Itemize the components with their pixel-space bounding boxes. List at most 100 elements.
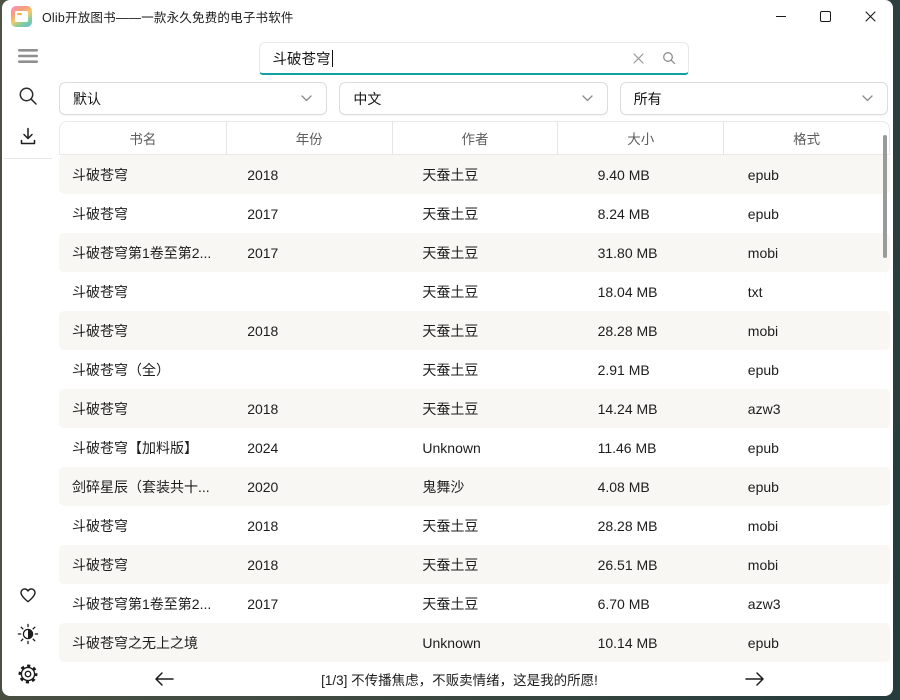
search-icon (662, 51, 676, 65)
cell-size: 31.80 MB (558, 245, 724, 261)
table-row[interactable]: 斗破苍穹 2018 天蚕土豆 14.24 MB azw3 (59, 389, 890, 428)
favorites-button[interactable] (10, 576, 46, 612)
table-row[interactable]: 剑碎星辰（套装共十... 2020 鬼舞沙 4.08 MB epub (59, 467, 890, 506)
cell-author: 天蚕土豆 (391, 399, 557, 419)
next-page-button[interactable] (735, 665, 775, 693)
clear-search-button[interactable] (624, 44, 654, 72)
cell-year: 2018 (225, 323, 391, 339)
titlebar: Olib开放图书——一款永久免费的电子书软件 (2, 0, 893, 32)
chevron-down-icon (862, 95, 873, 102)
filter-bar: 默认 中文 所有 (54, 82, 893, 115)
cell-format: mobi (724, 557, 890, 573)
pagination-bar: [1/3] 不传播焦虑，不贩卖情绪，这是我的所愿! (54, 662, 893, 696)
cell-size: 10.14 MB (558, 635, 724, 651)
theme-toggle-button[interactable] (10, 616, 46, 652)
table-row[interactable]: 斗破苍穹 2018 天蚕土豆 28.28 MB mobi (59, 311, 890, 350)
table-row[interactable]: 斗破苍穹 2017 天蚕土豆 8.24 MB epub (59, 194, 890, 233)
sidebar (2, 32, 54, 696)
sidebar-search-button[interactable] (10, 78, 46, 114)
table-row[interactable]: 斗破苍穹第1卷至第2... 2017 天蚕土豆 31.80 MB mobi (59, 233, 890, 272)
table-row[interactable]: 斗破苍穹 2018 天蚕土豆 9.40 MB epub (59, 155, 890, 194)
cell-name: 斗破苍穹第1卷至第2... (59, 594, 225, 614)
table-row[interactable]: 斗破苍穹之无上之境 Unknown 10.14 MB epub (59, 623, 890, 662)
table-row[interactable]: 斗破苍穹（全） 天蚕土豆 2.91 MB epub (59, 350, 890, 389)
pagination-status: [1/3] 不传播焦虑，不贩卖情绪，这是我的所愿! (184, 669, 735, 689)
gear-icon (17, 663, 39, 685)
cell-author: Unknown (391, 440, 557, 456)
cell-name: 斗破苍穹 (59, 321, 225, 341)
cell-year: 2020 (225, 479, 391, 495)
cell-name: 斗破苍穹【加料版】 (59, 438, 225, 458)
download-icon (18, 126, 38, 146)
app-logo-icon (11, 6, 32, 27)
header-year: 年份 (226, 122, 392, 154)
sort-dropdown[interactable]: 默认 (59, 82, 327, 115)
cell-size: 9.40 MB (558, 167, 724, 183)
vertical-scrollbar[interactable] (883, 135, 887, 258)
cell-format: epub (724, 206, 890, 222)
cell-size: 18.04 MB (558, 284, 724, 300)
prev-page-button[interactable] (144, 665, 184, 693)
cell-format: azw3 (724, 596, 890, 612)
table-row[interactable]: 斗破苍穹第1卷至第2... 2017 天蚕土豆 6.70 MB azw3 (59, 584, 890, 623)
menu-button[interactable] (10, 38, 46, 74)
cell-size: 26.51 MB (558, 557, 724, 573)
chevron-down-icon (582, 95, 593, 102)
heart-icon (17, 584, 39, 604)
arrow-right-icon (744, 671, 766, 687)
desktop: { "colors": { "accent": "#12a0a2", "shad… (0, 0, 900, 700)
format-dropdown[interactable]: 所有 (620, 82, 888, 115)
cell-name: 斗破苍穹第1卷至第2... (59, 243, 225, 263)
cell-year: 2018 (225, 167, 391, 183)
header-name: 书名 (60, 122, 226, 154)
maximize-icon (820, 11, 831, 22)
cell-author: 天蚕土豆 (391, 555, 557, 575)
cell-author: 天蚕土豆 (391, 360, 557, 380)
cell-format: epub (724, 479, 890, 495)
minimize-button[interactable] (758, 0, 803, 32)
hamburger-icon (18, 49, 38, 63)
cell-size: 2.91 MB (558, 362, 724, 378)
close-button[interactable] (848, 0, 893, 32)
cell-author: 鬼舞沙 (391, 477, 557, 497)
submit-search-button[interactable] (654, 44, 684, 72)
header-size: 大小 (557, 122, 723, 154)
cell-format: epub (724, 440, 890, 456)
results-table: 书名 年份 作者 大小 格式 斗破苍穹 2018 天蚕土豆 9.40 MB ep… (59, 121, 890, 662)
cell-author: 天蚕土豆 (391, 282, 557, 302)
cell-size: 11.46 MB (558, 440, 724, 456)
settings-button[interactable] (10, 656, 46, 692)
cell-year: 2018 (225, 557, 391, 573)
cell-author: Unknown (391, 635, 557, 651)
table-row[interactable]: 斗破苍穹【加料版】 2024 Unknown 11.46 MB epub (59, 428, 890, 467)
cell-name: 斗破苍穹 (59, 165, 225, 185)
table-row[interactable]: 斗破苍穹 2018 天蚕土豆 28.28 MB mobi (59, 506, 890, 545)
format-dropdown-value: 所有 (634, 89, 662, 109)
table-row[interactable]: 斗破苍穹 天蚕土豆 18.04 MB txt (59, 272, 890, 311)
language-dropdown-value: 中文 (353, 89, 381, 109)
header-format: 格式 (723, 122, 889, 154)
language-dropdown[interactable]: 中文 (339, 82, 607, 115)
search-icon (17, 85, 39, 107)
cell-size: 28.28 MB (558, 323, 724, 339)
cell-author: 天蚕土豆 (391, 243, 557, 263)
maximize-button[interactable] (803, 0, 848, 32)
chevron-down-icon (301, 95, 312, 102)
close-icon (865, 11, 876, 22)
cell-year: 2018 (225, 518, 391, 534)
window-title: Olib开放图书——一款永久免费的电子书软件 (42, 7, 294, 26)
search-query: 斗破苍穹 (273, 48, 331, 69)
cell-author: 天蚕土豆 (391, 204, 557, 224)
table-body: 斗破苍穹 2018 天蚕土豆 9.40 MB epub 斗破苍穹 2017 天蚕… (59, 155, 890, 662)
table-row[interactable]: 斗破苍穹 2018 天蚕土豆 26.51 MB mobi (59, 545, 890, 584)
cell-format: mobi (724, 323, 890, 339)
content-area: 斗破苍穹 (54, 32, 893, 696)
minimize-icon (776, 16, 786, 17)
table-header: 书名 年份 作者 大小 格式 (59, 121, 890, 155)
cell-year: 2017 (225, 206, 391, 222)
search-input[interactable]: 斗破苍穹 (259, 42, 689, 75)
cell-author: 天蚕土豆 (391, 516, 557, 536)
cell-author: 天蚕土豆 (391, 321, 557, 341)
cell-name: 斗破苍穹 (59, 555, 225, 575)
downloads-button[interactable] (10, 118, 46, 154)
